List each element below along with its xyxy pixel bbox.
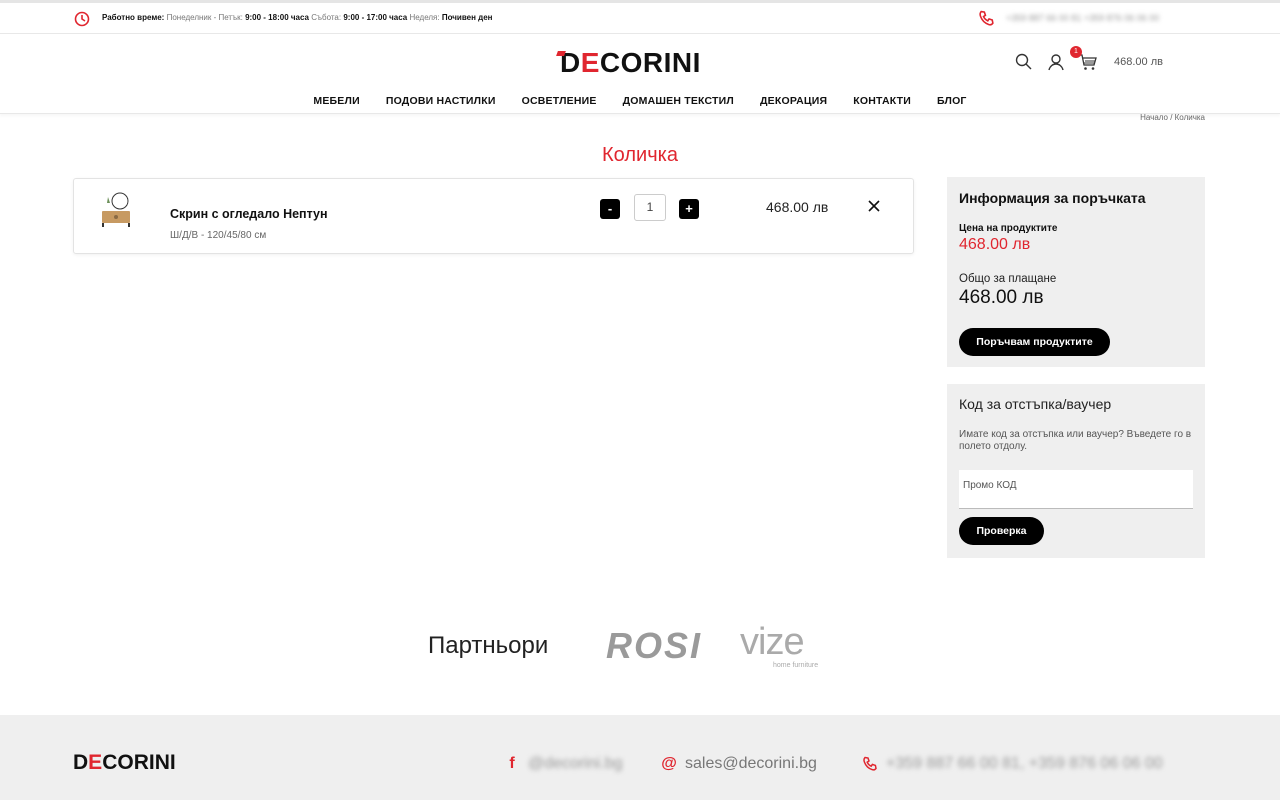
nav-item-lighting[interactable]: ОСВЕТЛЕНИЕ xyxy=(522,95,597,107)
phone-numbers: +359 887 66 00 81, +359 876 06 06 00 xyxy=(886,755,1163,772)
breadcrumb[interactable]: Начало / Количка xyxy=(1140,113,1205,122)
product-dimensions: Ш/Д/В - 120/45/80 см xyxy=(170,230,267,241)
header-actions: 1 468.00 лв xyxy=(1014,46,1163,72)
nav-item-decoration[interactable]: ДЕКОРАЦИЯ xyxy=(760,95,827,107)
sunday-hours: Почивен ден xyxy=(441,13,493,22)
rosi-partner-logo[interactable]: ROSI xyxy=(604,624,718,664)
voucher-description: Имате код за отстъпка или ваучер? Въведе… xyxy=(959,429,1192,452)
page-title: Количка xyxy=(602,144,678,166)
weekdays-label: Понеделник - Петък: xyxy=(166,13,243,22)
order-summary-panel: Информация за поръчката Цена на продукти… xyxy=(947,177,1205,367)
products-price: 468.00 лв xyxy=(959,236,1031,253)
site-header: DECORINI 1 468.00 лв МЕБЕЛИ ПОДОВИ НАСТИ… xyxy=(0,34,1280,114)
nav-item-textile[interactable]: ДОМАШЕН ТЕКСТИЛ xyxy=(623,95,734,107)
facebook-handle: @decorini.bg xyxy=(528,755,623,772)
footer-email[interactable]: @ sales@decorini.bg xyxy=(661,755,817,773)
rosi-logo-text: ROSI xyxy=(606,625,702,664)
nav-item-blog[interactable]: БЛОГ xyxy=(937,95,967,107)
check-voucher-button[interactable]: Проверка xyxy=(959,517,1044,545)
logo-letter-d: D xyxy=(560,47,581,78)
cart-item: Скрин с огледало Нептун Ш/Д/В - 120/45/8… xyxy=(73,178,914,254)
nav-item-contacts[interactable]: КОНТАКТИ xyxy=(853,95,911,107)
sunday-label: Неделя: xyxy=(409,13,440,22)
logo-rest: CORINI xyxy=(599,47,701,78)
phone-icon xyxy=(979,10,994,26)
saturday-hours: 9:00 - 17:00 часа xyxy=(343,13,408,22)
line-price: 468.00 лв xyxy=(766,199,829,215)
partners-title: Партньори xyxy=(428,632,549,659)
facebook-icon: f xyxy=(509,755,515,772)
total-label: Общо за плащане xyxy=(959,273,1057,285)
hours-label: Работно време: xyxy=(102,13,165,22)
cart-button[interactable]: 1 xyxy=(1070,46,1098,72)
vize-logo-text: vize xyxy=(740,621,805,663)
clock-icon xyxy=(74,11,90,27)
footer-logo-rest: CORINI xyxy=(102,751,176,774)
product-thumbnail[interactable] xyxy=(98,191,134,227)
email-address: sales@decorini.bg xyxy=(685,755,817,772)
footer-logo-letter-d: D xyxy=(73,751,89,774)
quantity-increase-button[interactable]: + xyxy=(679,199,699,219)
footer-facebook[interactable]: f @decorini.bg xyxy=(504,755,623,773)
user-icon[interactable] xyxy=(1046,52,1066,72)
quantity-input[interactable]: 1 xyxy=(634,194,666,221)
weekdays-hours: 9:00 - 18:00 часа xyxy=(245,13,309,22)
summary-title: Информация за поръчката xyxy=(959,190,1146,206)
footer-phones[interactable]: +359 887 66 00 81, +359 876 06 06 00 xyxy=(862,755,1163,773)
header-cart-total[interactable]: 468.00 лв xyxy=(1114,56,1163,68)
site-footer: DECORINI f @decorini.bg @ sales@decorini… xyxy=(0,715,1280,800)
saturday-label: Събота: xyxy=(311,13,342,22)
cart-count-badge: 1 xyxy=(1070,46,1082,58)
nav-item-furniture[interactable]: МЕБЕЛИ xyxy=(313,95,359,107)
working-hours: Работно време: Понеделник - Петък: 9:00 … xyxy=(102,13,493,22)
vize-partner-logo[interactable]: vize home furniture xyxy=(740,621,818,669)
total-price: 468.00 лв xyxy=(959,287,1044,308)
nav-item-flooring[interactable]: ПОДОВИ НАСТИЛКИ xyxy=(386,95,496,107)
promo-code-input[interactable]: Промо КОД xyxy=(959,470,1193,509)
site-logo[interactable]: DECORINI xyxy=(560,47,701,79)
voucher-title: Код за отстъпка/ваучер xyxy=(959,396,1112,412)
products-price-label: Цена на продуктите xyxy=(959,223,1058,234)
voucher-panel: Код за отстъпка/ваучер Имате код за отст… xyxy=(947,384,1205,558)
quantity-decrease-button[interactable]: - xyxy=(600,199,620,219)
top-phones[interactable]: +359 887 66 00 81 +359 876 06 06 00 xyxy=(1006,13,1159,23)
search-icon[interactable] xyxy=(1014,52,1034,72)
remove-item-icon[interactable] xyxy=(867,199,881,213)
top-info-bar: Работно време: Понеделник - Петък: 9:00 … xyxy=(0,0,1280,34)
phone-icon xyxy=(863,756,877,771)
place-order-button[interactable]: Поръчвам продуктите xyxy=(959,328,1110,356)
product-name[interactable]: Скрин с огледало Нептун xyxy=(170,207,328,221)
logo-letter-e: E xyxy=(580,47,600,78)
footer-logo[interactable]: DECORINI xyxy=(73,751,176,775)
main-nav: МЕБЕЛИ ПОДОВИ НАСТИЛКИ ОСВЕТЛЕНИЕ ДОМАШЕ… xyxy=(0,95,1280,107)
footer-logo-letter-e: E xyxy=(88,751,103,774)
vize-logo-subtitle: home furniture xyxy=(773,662,819,669)
at-icon: @ xyxy=(661,755,677,772)
